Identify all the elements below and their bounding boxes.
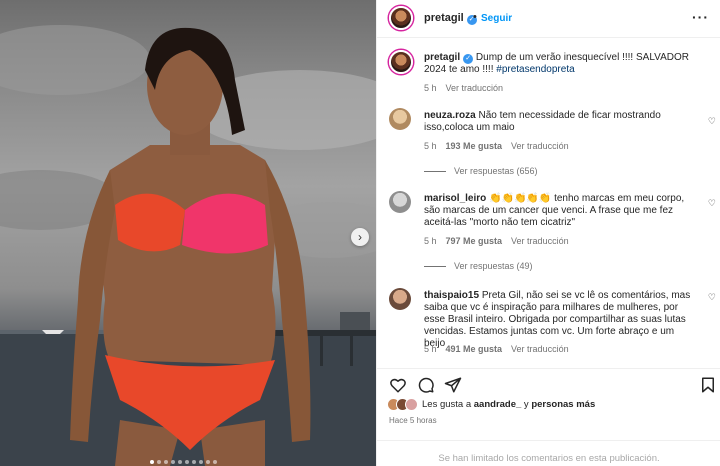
comment-text: thaispaio15 Preta Gil, não sei se vc lê … bbox=[424, 290, 694, 350]
comments-list: pretagil ✓ Dump de um verão inesquecível … bbox=[377, 38, 720, 368]
caption-username[interactable]: pretagil bbox=[424, 52, 460, 63]
post-actions bbox=[377, 368, 720, 398]
carousel-dot bbox=[192, 460, 196, 464]
author-username[interactable]: pretagil ✓ bbox=[424, 12, 477, 25]
carousel-dot bbox=[164, 460, 168, 464]
comment-time: 5 h bbox=[424, 236, 437, 246]
carousel-dot bbox=[213, 460, 217, 464]
caption-meta: 5 h Ver traducción bbox=[424, 83, 503, 93]
photo-illustration bbox=[0, 25, 376, 466]
likes-user[interactable]: aandrade_ bbox=[474, 399, 522, 410]
heart-icon[interactable]: ♡ bbox=[708, 292, 716, 303]
caption-text: pretagil ✓ Dump de um verão inesquecível … bbox=[424, 52, 694, 76]
follow-button[interactable]: Seguir bbox=[481, 13, 512, 24]
likes-others[interactable]: personas más bbox=[531, 399, 595, 410]
view-replies-label[interactable]: Ver respuestas (656) bbox=[454, 166, 538, 176]
comment-meta: 5 h 491 Me gusta Ver traducción bbox=[424, 344, 569, 354]
view-replies-label[interactable]: Ver respuestas (49) bbox=[454, 261, 533, 271]
comment-icon[interactable] bbox=[417, 376, 435, 394]
chevron-right-icon: › bbox=[358, 230, 362, 244]
view-replies-button[interactable]: Ver respuestas (656) bbox=[424, 166, 538, 176]
comment-username[interactable]: thaispaio15 bbox=[424, 290, 479, 301]
post-side-panel: pretagil ✓ • Seguir ··· pretagil ✓ Dump de… bbox=[376, 0, 720, 466]
carousel-dot bbox=[206, 460, 210, 464]
liker-avatar bbox=[405, 398, 418, 411]
header-separator: • bbox=[473, 11, 477, 23]
heart-icon[interactable]: ♡ bbox=[708, 116, 716, 127]
comment-likes[interactable]: 491 Me gusta bbox=[446, 344, 503, 354]
comment-avatar[interactable] bbox=[389, 288, 411, 310]
likes-summary[interactable]: Les gusta a aandrade_ y personas más bbox=[387, 398, 595, 411]
caption-time: 5 h bbox=[424, 83, 437, 93]
comment-translate-link[interactable]: Ver traducción bbox=[511, 344, 569, 354]
comment-username[interactable]: neuza.roza bbox=[424, 110, 476, 121]
heart-icon[interactable]: ♡ bbox=[708, 198, 716, 209]
comment-avatar[interactable] bbox=[389, 191, 411, 213]
caption-translate-link[interactable]: Ver traducción bbox=[446, 83, 504, 93]
post-header: pretagil ✓ • Seguir ··· bbox=[377, 0, 720, 38]
share-icon[interactable] bbox=[444, 376, 462, 394]
comment-likes[interactable]: 193 Me gusta bbox=[446, 141, 503, 151]
post-time-ago: Hace 5 horas bbox=[389, 416, 437, 425]
clap-emojis: 👏👏👏👏👏 bbox=[489, 193, 552, 204]
carousel-dot bbox=[199, 460, 203, 464]
comment-username[interactable]: marisol_leiro bbox=[424, 193, 486, 204]
caption-hashtag[interactable]: #pretasendopreta bbox=[496, 64, 574, 75]
replies-divider bbox=[424, 170, 446, 172]
comment-time: 5 h bbox=[424, 344, 437, 354]
comment-avatar[interactable] bbox=[389, 108, 411, 130]
replies-divider bbox=[424, 265, 446, 267]
carousel-dots bbox=[150, 460, 217, 464]
heart-icon[interactable] bbox=[389, 376, 407, 394]
comment-text: marisol_leiro 👏👏👏👏👏 tenho marcas em meu … bbox=[424, 193, 694, 229]
likes-middle: y bbox=[521, 399, 532, 410]
verified-icon: ✓ bbox=[463, 54, 474, 64]
caption-avatar[interactable] bbox=[389, 50, 413, 74]
comment-time: 5 h bbox=[424, 141, 437, 151]
comments-limited-notice: Se han limitado los comentarios en esta … bbox=[377, 440, 720, 466]
likes-text: Les gusta a aandrade_ y personas más bbox=[422, 399, 595, 410]
comment-text: neuza.roza Não tem necessidade de ficar … bbox=[424, 110, 694, 134]
bookmark-icon[interactable] bbox=[699, 376, 717, 394]
carousel-dot bbox=[157, 460, 161, 464]
likes-prefix: Les gusta a bbox=[422, 399, 474, 410]
author-avatar[interactable] bbox=[389, 6, 413, 30]
comment-meta: 5 h 797 Me gusta Ver traducción bbox=[424, 236, 569, 246]
carousel-next-button[interactable]: › bbox=[351, 228, 369, 246]
carousel-dot bbox=[185, 460, 189, 464]
more-icon[interactable]: ··· bbox=[692, 9, 709, 25]
comment-likes[interactable]: 797 Me gusta bbox=[446, 236, 503, 246]
carousel-dot bbox=[150, 460, 154, 464]
comment-meta: 5 h 193 Me gusta Ver traducción bbox=[424, 141, 569, 151]
comment-translate-link[interactable]: Ver traducción bbox=[511, 141, 569, 151]
view-replies-button[interactable]: Ver respuestas (49) bbox=[424, 261, 533, 271]
post-photo[interactable]: › bbox=[0, 0, 376, 466]
comment-translate-link[interactable]: Ver traducción bbox=[511, 236, 569, 246]
carousel-dot bbox=[171, 460, 175, 464]
author-username-text[interactable]: pretagil bbox=[424, 12, 464, 24]
carousel-dot bbox=[178, 460, 182, 464]
